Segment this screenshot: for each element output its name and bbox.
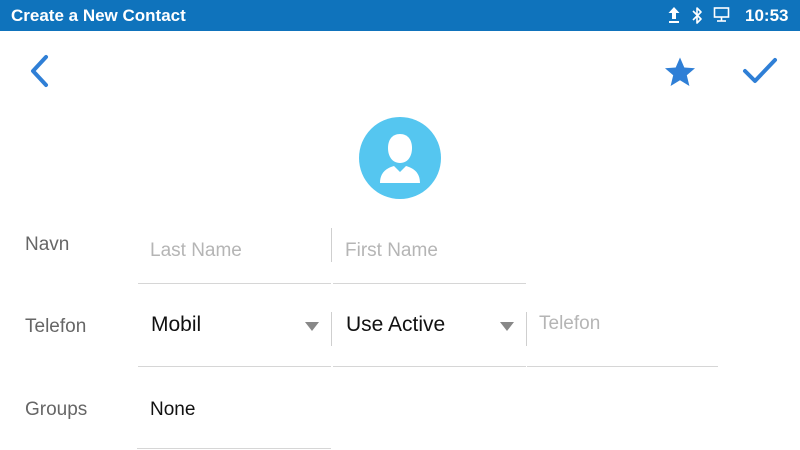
phone-account-select[interactable]: Use Active (333, 310, 526, 367)
window-title: Create a New Contact (11, 6, 186, 25)
phone-account-underline (333, 366, 526, 367)
bluetooth-icon (690, 6, 704, 30)
clock: 10:53 (745, 6, 789, 25)
groups-label: Groups (25, 399, 88, 420)
first-name-input[interactable] (345, 233, 518, 269)
phone-divider-1 (331, 312, 332, 346)
phone-label: Telefon (25, 316, 87, 337)
phone-type-value: Mobil (151, 313, 202, 336)
dropdown-arrow-icon (500, 322, 514, 331)
contact-photo-button[interactable] (359, 117, 441, 199)
phone-number-input[interactable] (539, 306, 710, 342)
last-name-field[interactable] (138, 227, 331, 284)
phone-number-field[interactable] (527, 306, 718, 367)
save-button[interactable] (742, 56, 778, 91)
name-divider (331, 228, 332, 262)
checkmark-icon (742, 58, 778, 90)
status-bar: Create a New Contact 10:53 (0, 0, 800, 31)
person-icon (359, 134, 441, 199)
last-name-underline (138, 283, 331, 284)
monitor-icon (713, 6, 731, 29)
phone-account-value: Use Active (346, 313, 446, 336)
groups-underline (137, 448, 331, 449)
groups-value: None (150, 399, 196, 420)
favorite-button[interactable] (663, 56, 697, 93)
phone-type-select[interactable]: Mobil (138, 310, 331, 367)
groups-select[interactable]: None (137, 392, 331, 449)
name-label: Navn (25, 234, 70, 255)
first-name-underline (333, 283, 526, 284)
first-name-field[interactable] (333, 227, 526, 284)
chevron-left-icon (26, 55, 52, 92)
star-icon (663, 57, 697, 92)
upload-icon (667, 6, 681, 29)
phone-type-underline (138, 366, 331, 367)
dropdown-arrow-icon (305, 322, 319, 331)
phone-number-underline (527, 366, 718, 367)
back-button[interactable] (26, 54, 52, 93)
last-name-input[interactable] (150, 233, 323, 269)
